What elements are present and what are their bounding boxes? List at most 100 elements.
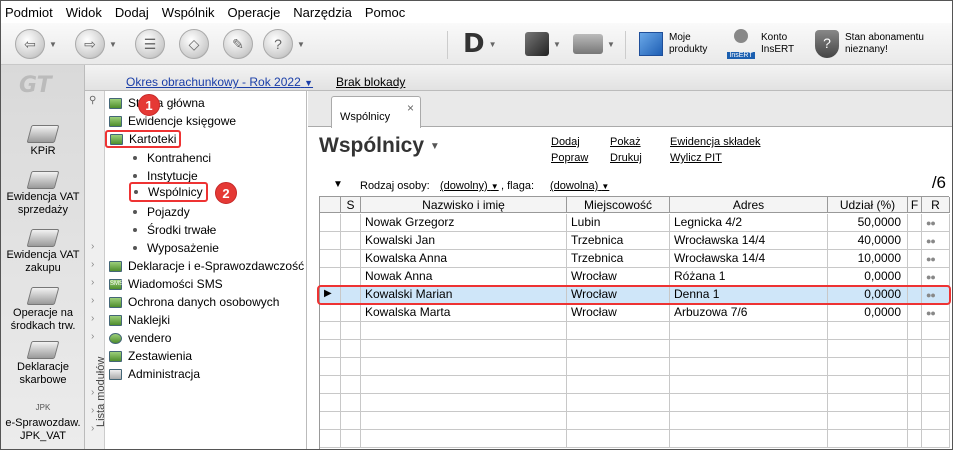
calculate-pit-link[interactable]: Wylicz PIT (670, 152, 722, 164)
table-cell-empty[interactable] (908, 232, 922, 250)
people-icon[interactable]: ●● (922, 304, 950, 322)
chevron-right-icon[interactable]: › (91, 295, 94, 306)
back-button[interactable]: ⇦ ▼ (15, 28, 57, 60)
subscription-status-button[interactable]: ? Stan abonamentu nieznany! (815, 28, 924, 60)
accounting-period-link[interactable]: Okres obrachunkowy - Rok 2022 ▼ (126, 75, 313, 89)
table-cell-empty[interactable] (341, 268, 361, 286)
table-cell-empty[interactable] (320, 250, 341, 268)
table-cell-city[interactable]: Wrocław (567, 304, 670, 322)
chevron-right-icon[interactable]: › (91, 405, 94, 416)
tree-labels[interactable]: Naklejki (109, 311, 170, 329)
column-header-city[interactable]: Miejscowość (567, 197, 670, 213)
chevron-right-icon[interactable]: › (91, 241, 94, 252)
insert-account-button[interactable]: InsERT Konto InsERT (727, 28, 794, 60)
chevron-right-icon[interactable]: › (91, 387, 94, 398)
column-header-name[interactable]: Nazwisko i imię (361, 197, 567, 213)
tree-wyposazenie[interactable]: Wyposażenie (109, 239, 219, 257)
chevron-right-icon[interactable]: › (91, 313, 94, 324)
menu-pomoc[interactable]: Pomoc (365, 5, 405, 20)
table-cell-empty[interactable] (908, 250, 922, 268)
menu-dodaj[interactable]: Dodaj (115, 5, 149, 20)
add-link[interactable]: Dodaj (551, 136, 580, 148)
chevron-right-icon[interactable]: › (91, 277, 94, 288)
tree-reports[interactable]: Zestawienia (109, 347, 192, 365)
tab-wspolnicy[interactable]: Wspólnicy × (331, 96, 421, 128)
table-cell-empty[interactable] (320, 304, 341, 322)
tree-sms[interactable]: SMS Wiadomości SMS (109, 275, 223, 293)
person-type-select[interactable]: (dowolny) ▼ (440, 180, 499, 192)
sort-arrow-icon[interactable]: ▼ (333, 179, 343, 190)
flag-select[interactable]: (dowolna) ▼ (550, 180, 609, 192)
table-cell-city[interactable]: Trzebnica (567, 250, 670, 268)
tree-pojazdy[interactable]: Pojazdy (109, 203, 190, 221)
people-icon[interactable]: ●● (922, 250, 950, 268)
people-icon[interactable]: ●● (922, 232, 950, 250)
pin-icon[interactable]: ⚲ (89, 95, 96, 106)
tag-button[interactable]: ◇ (179, 28, 209, 60)
table-cell-city[interactable]: Lubin (567, 214, 670, 232)
people-icon[interactable]: ●● (922, 268, 950, 286)
table-cell-empty[interactable] (341, 232, 361, 250)
chevron-right-icon[interactable]: › (91, 331, 94, 342)
launcher-fixed-assets[interactable]: Operacje na środkach trw. (1, 287, 85, 333)
page-title[interactable]: Wspólnicy ▼ (319, 134, 440, 158)
table-cell-address[interactable]: Wrocławska 14/4 (670, 250, 828, 268)
menu-operacje[interactable]: Operacje (228, 5, 281, 20)
table-cell-empty[interactable] (908, 268, 922, 286)
table-cell-empty[interactable] (341, 250, 361, 268)
tree-declarations[interactable]: Deklaracje i e-Sprawozdawczość (109, 257, 304, 275)
tree-wspolnicy[interactable]: Wspólnicy (125, 182, 208, 202)
table-cell-empty[interactable] (908, 214, 922, 232)
contributions-link[interactable]: Ewidencja składek (670, 136, 761, 148)
table-cell-empty[interactable] (341, 214, 361, 232)
tree-srodki-trwale[interactable]: Środki trwałe (109, 221, 216, 239)
print-link[interactable]: Drukuj (610, 152, 642, 164)
table-cell-address[interactable]: Wrocławska 14/4 (670, 232, 828, 250)
table-cell-empty[interactable] (320, 268, 341, 286)
launcher-jpk-vat[interactable]: JPK e-Sprawozdaw. JPK_VAT (1, 399, 85, 443)
table-cell-share[interactable]: 0,0000 (828, 304, 908, 322)
tree-gdpr[interactable]: Ochrona danych osobowych (109, 293, 279, 311)
tree-ledgers[interactable]: Ewidencje księgowe (109, 112, 236, 130)
table-cell-share[interactable]: 50,0000 (828, 214, 908, 232)
box-button[interactable]: ▼ (525, 28, 561, 60)
launcher-vat-purchase[interactable]: Ewidencja VAT zakupu (1, 229, 85, 275)
table-cell-address[interactable]: Różana 1 (670, 268, 828, 286)
menu-widok[interactable]: Widok (66, 5, 102, 20)
edit-link[interactable]: Popraw (551, 152, 588, 164)
menu-narzedzia[interactable]: Narzędzia (293, 5, 352, 20)
menu-podmiot[interactable]: Podmiot (5, 5, 53, 20)
tree-kontrahenci[interactable]: Kontrahenci (109, 149, 211, 167)
table-cell-empty[interactable] (341, 304, 361, 322)
launcher-tax-declarations[interactable]: Deklaracje skarbowe (1, 341, 85, 387)
column-header-s[interactable]: S (341, 197, 361, 213)
show-link[interactable]: Pokaż (610, 136, 641, 148)
table-cell-name[interactable]: Kowalska Anna (361, 250, 567, 268)
table-cell-empty[interactable] (320, 214, 341, 232)
lock-status-link[interactable]: Brak blokady (336, 75, 405, 89)
table-cell-share[interactable]: 10,0000 (828, 250, 908, 268)
tree-vendero[interactable]: vendero (109, 329, 171, 347)
launcher-vat-sales[interactable]: Ewidencja VAT sprzedaży (1, 171, 85, 217)
table-cell-name[interactable]: Kowalska Marta (361, 304, 567, 322)
tree-kartoteki[interactable]: Kartoteki (105, 130, 182, 148)
table-cell-empty[interactable] (908, 304, 922, 322)
people-icon[interactable]: ●● (922, 214, 950, 232)
column-header-share[interactable]: Udział (%) (828, 197, 908, 213)
column-header-r[interactable]: R (922, 197, 950, 213)
chevron-right-icon[interactable]: › (91, 259, 94, 270)
table-cell-city[interactable]: Trzebnica (567, 232, 670, 250)
tree-admin[interactable]: Administracja (109, 365, 200, 383)
column-header-f[interactable]: F (908, 197, 922, 213)
menu-wspolnik[interactable]: Wspólnik (162, 5, 215, 20)
table-cell-share[interactable]: 40,0000 (828, 232, 908, 250)
forward-button[interactable]: ⇨ ▼ (75, 28, 117, 60)
close-icon[interactable]: × (407, 101, 414, 115)
help-button[interactable]: ? ▼ (263, 28, 305, 60)
documents-button[interactable]: ☰ (135, 28, 165, 60)
table-cell-name[interactable]: Nowak Anna (361, 268, 567, 286)
column-header-address[interactable]: Adres (670, 197, 828, 213)
chevron-right-icon[interactable]: › (91, 423, 94, 434)
d-button[interactable]: D ▼ (463, 28, 497, 60)
table-cell-city[interactable]: Wrocław (567, 268, 670, 286)
